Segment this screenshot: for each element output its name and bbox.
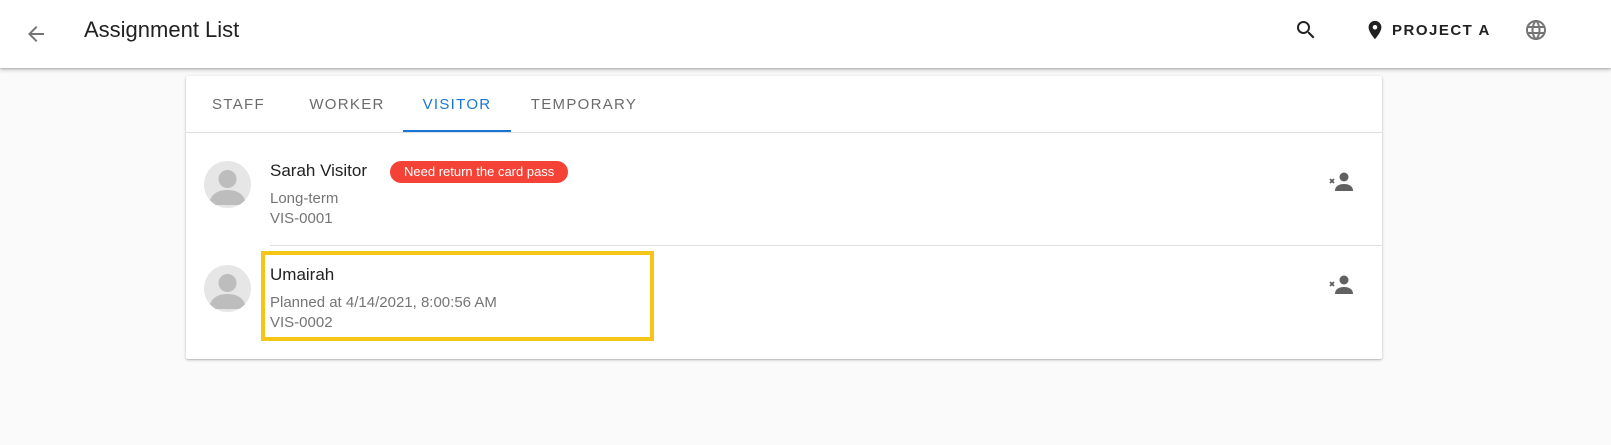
person-icon (209, 170, 246, 205)
assignment-card: STAFF WORKER VISITOR TEMPORARY Sarah Vis… (186, 76, 1382, 359)
remove-user-icon (1329, 275, 1353, 294)
tab-temporary[interactable]: TEMPORARY (511, 76, 657, 132)
tab-bar: STAFF WORKER VISITOR TEMPORARY (186, 76, 1382, 133)
list-item[interactable]: Umairah Planned at 4/14/2021, 8:00:56 AM… (186, 246, 1382, 359)
back-button[interactable] (16, 14, 56, 54)
visitor-name: Umairah (270, 265, 335, 284)
tab-worker[interactable]: WORKER (291, 76, 403, 132)
remove-visitor-button[interactable] (1322, 265, 1362, 305)
person-icon (209, 274, 246, 309)
tab-staff[interactable]: STAFF (186, 76, 291, 132)
visitor-type: Long-term (270, 190, 339, 207)
language-button[interactable] (1516, 10, 1556, 50)
search-icon (1297, 21, 1315, 39)
visitor-name: Sarah Visitor (270, 161, 368, 180)
globe-icon (1526, 20, 1546, 40)
tab-visitor[interactable]: VISITOR (403, 76, 511, 132)
app-bar: Assignment List PROJECT A (0, 0, 1611, 68)
remove-user-icon (1329, 172, 1353, 191)
project-selector-button[interactable]: PROJECT A (1364, 10, 1491, 50)
page-title: Assignment List (84, 17, 240, 42)
visitor-id: VIS-0002 (270, 314, 333, 331)
active-tab-indicator (403, 130, 511, 132)
project-label: PROJECT A (1392, 21, 1491, 39)
remove-visitor-button[interactable] (1322, 162, 1362, 202)
status-badge: Need return the card pass (390, 161, 569, 183)
avatar (204, 161, 251, 208)
arrow-back-icon (28, 26, 44, 42)
location-pin-icon (1368, 20, 1382, 40)
visitor-id: VIS-0001 (270, 210, 333, 227)
list-item[interactable]: Sarah Visitor Need return the card pass … (186, 133, 1382, 245)
avatar (204, 265, 251, 312)
visitor-planned-time: Planned at 4/14/2021, 8:00:56 AM (270, 294, 497, 311)
search-button[interactable] (1286, 10, 1326, 50)
